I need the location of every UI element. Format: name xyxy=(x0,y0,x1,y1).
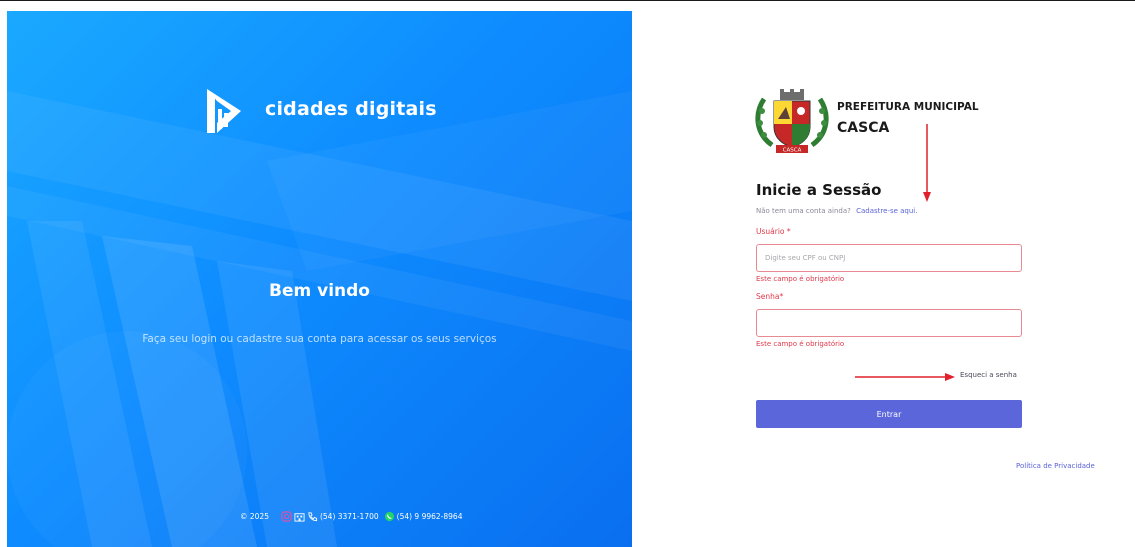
forgot-password-link[interactable]: Esqueci a senha xyxy=(960,371,1017,379)
password-label-text: Senha xyxy=(756,292,780,301)
whatsapp-number: (54) 9 9962-8964 xyxy=(396,512,463,521)
cidades-digitais-logo-icon xyxy=(207,89,241,133)
city-name: CASCA xyxy=(837,120,890,136)
building-icon xyxy=(294,513,305,522)
contact-footer: © 2025 (54) 3371-1700 (54) 9 9962-8964 xyxy=(240,511,462,522)
user-label-text: Usuário xyxy=(756,227,785,236)
copyright-text: © 2025 xyxy=(240,512,269,521)
window-top-border xyxy=(0,0,1135,1)
annotation-arrow-right-icon xyxy=(855,373,955,381)
phone-icon xyxy=(308,512,318,522)
password-error-message: Este campo é obrigatório xyxy=(756,340,845,348)
signup-link[interactable]: Cadastre-se aqui. xyxy=(856,207,917,215)
login-submit-button[interactable]: Entrar xyxy=(756,400,1022,428)
welcome-heading: Bem vindo xyxy=(269,281,370,301)
privacy-policy-link[interactable]: Política de Privacidade xyxy=(1016,462,1095,470)
user-input[interactable] xyxy=(756,244,1022,272)
required-asterisk: * xyxy=(779,292,784,301)
required-asterisk: * xyxy=(786,227,791,236)
whatsapp-icon[interactable] xyxy=(384,511,395,522)
organization-name: PREFEITURA MUNICIPAL xyxy=(837,101,979,113)
user-error-message: Este campo é obrigatório xyxy=(756,275,845,283)
brand-name: cidades digitais xyxy=(265,98,437,120)
welcome-subtitle: Faça seu login ou cadastre sua conta par… xyxy=(142,333,497,345)
password-label: Senha* xyxy=(756,292,783,301)
no-account-text: Não tem uma conta ainda? xyxy=(756,207,851,215)
phone-number: (54) 3371-1700 xyxy=(319,512,379,521)
login-title: Inicie a Sessão xyxy=(756,181,882,199)
crest-ribbon-text: CASCA xyxy=(783,148,802,154)
brand: cidades digitais xyxy=(205,83,437,135)
annotation-arrow-down-icon xyxy=(923,124,931,202)
user-label: Usuário * xyxy=(756,227,791,236)
signup-prompt: Não tem uma conta ainda? Cadastre-se aqu… xyxy=(756,207,917,215)
welcome-panel: cidades digitais Bem vindo Faça seu logi… xyxy=(7,11,632,547)
casca-coat-of-arms-icon: CASCA xyxy=(755,89,829,154)
password-input[interactable] xyxy=(756,309,1022,337)
instagram-icon[interactable] xyxy=(281,511,292,522)
